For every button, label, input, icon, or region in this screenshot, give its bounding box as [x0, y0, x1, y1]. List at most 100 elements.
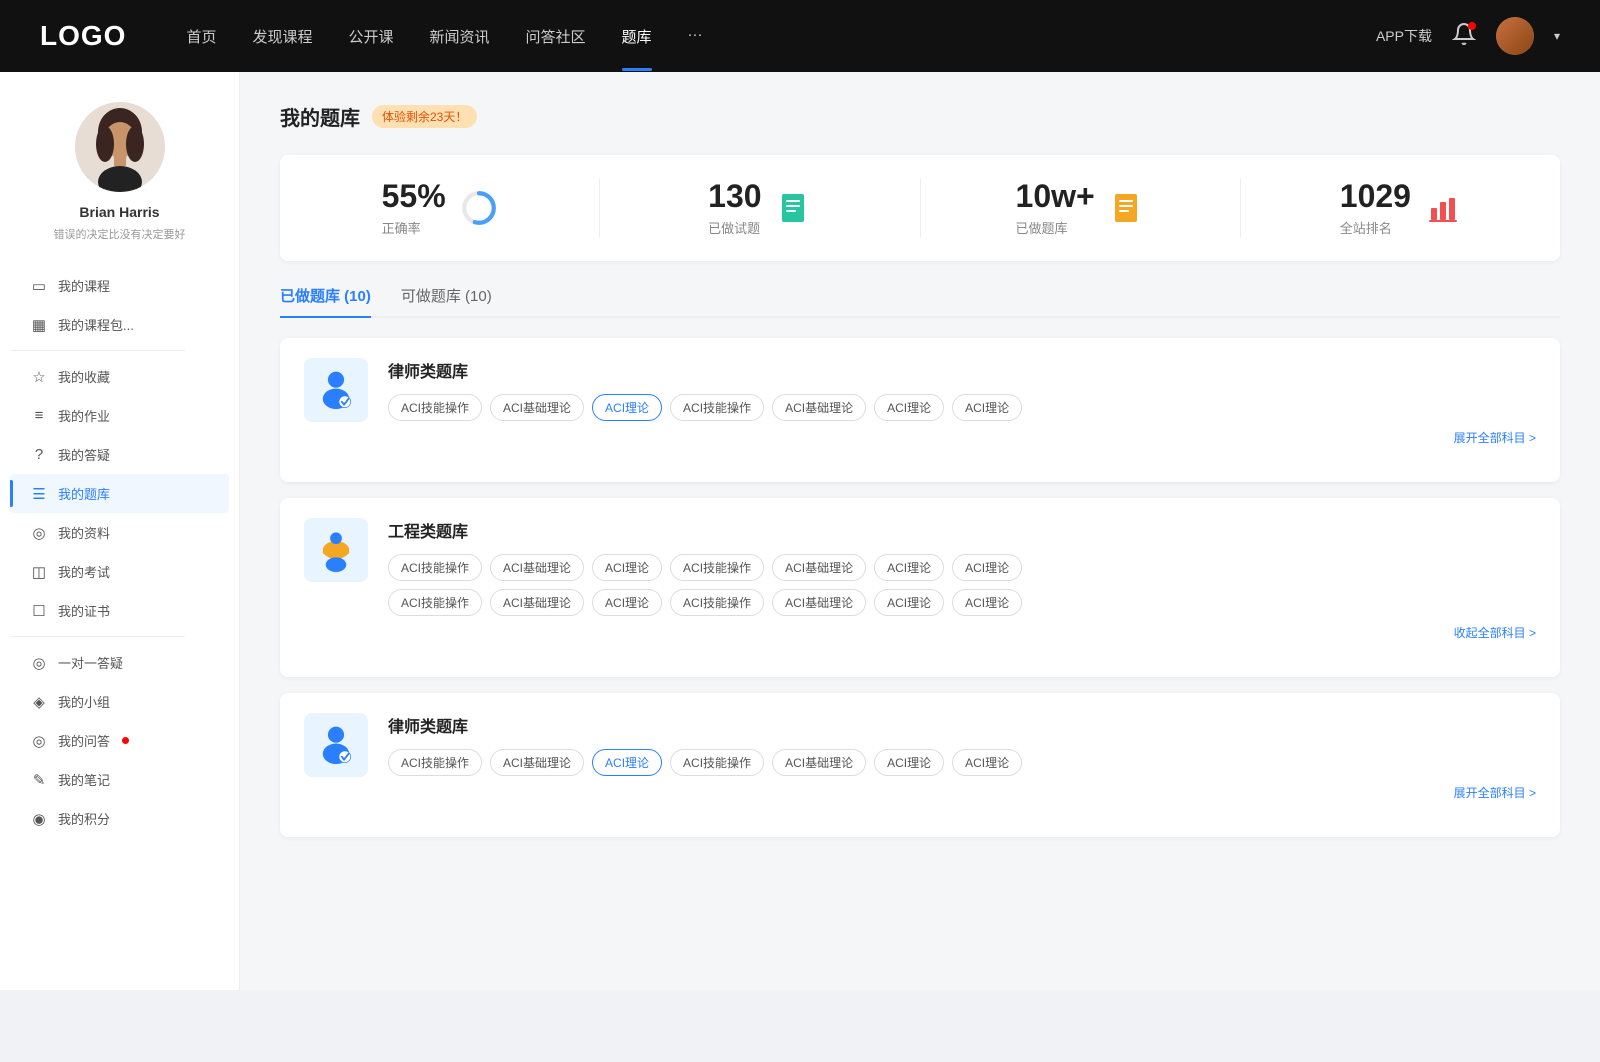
eng-tag-6[interactable]: ACI理论	[952, 554, 1022, 581]
bank-title-lawyer-2: 律师类题库	[388, 713, 1536, 737]
user-avatar[interactable]	[1496, 17, 1534, 55]
logo[interactable]: LOGO	[40, 20, 126, 52]
profile-motto: 错误的决定比没有决定要好	[34, 226, 206, 242]
package-icon: ▦	[30, 316, 48, 334]
sidebar-item-notes[interactable]: ✎ 我的笔记	[10, 760, 229, 799]
done-banks-label: 已做题库	[1016, 218, 1095, 237]
done-questions-value: 130	[708, 179, 761, 214]
tags-row-lawyer-1: ACI技能操作 ACI基础理论 ACI理论 ACI技能操作 ACI基础理论 AC…	[388, 394, 1536, 421]
sidebar: Brian Harris 错误的决定比没有决定要好 ▭ 我的课程 ▦ 我的课程包…	[0, 72, 240, 990]
eng-tag-3[interactable]: ACI技能操作	[670, 554, 764, 581]
user-menu-chevron[interactable]: ▾	[1554, 29, 1560, 43]
done-banks-icon	[1109, 190, 1145, 226]
sidebar-item-tutoring[interactable]: ◎ 一对一答疑	[10, 643, 229, 682]
nav-discover[interactable]: 发现课程	[252, 26, 312, 47]
law2-tag-2[interactable]: ACI理论	[592, 749, 662, 776]
notification-bell[interactable]	[1452, 22, 1476, 51]
sidebar-item-points[interactable]: ◉ 我的积分	[10, 799, 229, 838]
nav-news[interactable]: 新闻资讯	[430, 26, 490, 47]
sidebar-item-favorites[interactable]: ☆ 我的收藏	[10, 357, 229, 396]
tag-0[interactable]: ACI技能操作	[388, 394, 482, 421]
nav-qa[interactable]: 问答社区	[526, 26, 586, 47]
homework-icon: ≡	[30, 407, 48, 424]
law2-tag-4[interactable]: ACI基础理论	[772, 749, 866, 776]
tag-2[interactable]: ACI理论	[592, 394, 662, 421]
tab-todo[interactable]: 可做题库 (10)	[401, 285, 492, 316]
done-questions-label: 已做试题	[708, 218, 761, 237]
engineer-icon	[304, 518, 368, 582]
question-icon: ?	[30, 446, 48, 463]
law2-tag-5[interactable]: ACI理论	[874, 749, 944, 776]
nav-open-course[interactable]: 公开课	[348, 26, 393, 47]
expand-link-2[interactable]: 展开全部科目 >	[388, 784, 1536, 801]
app-download-button[interactable]: APP下载	[1376, 26, 1432, 46]
sidebar-item-course-package[interactable]: ▦ 我的课程包...	[10, 305, 229, 344]
done-questions-icon	[776, 190, 812, 226]
law2-tag-3[interactable]: ACI技能操作	[670, 749, 764, 776]
eng-tag-7[interactable]: ACI技能操作	[388, 589, 482, 616]
eng-tag-10[interactable]: ACI技能操作	[670, 589, 764, 616]
star-icon: ☆	[30, 368, 48, 386]
stat-ranking: 1029 全站排名	[1241, 179, 1560, 237]
ranking-value: 1029	[1340, 179, 1411, 214]
points-icon: ◉	[30, 810, 48, 828]
sidebar-item-my-course[interactable]: ▭ 我的课程	[10, 266, 229, 305]
law2-tag-1[interactable]: ACI基础理论	[490, 749, 584, 776]
tag-6[interactable]: ACI理论	[952, 394, 1022, 421]
accuracy-label: 正确率	[382, 218, 446, 237]
eng-tag-12[interactable]: ACI理论	[874, 589, 944, 616]
group-icon: ◈	[30, 693, 48, 711]
navbar: LOGO 首页 发现课程 公开课 新闻资讯 问答社区 题库 ··· APP下载 …	[0, 0, 1600, 72]
accuracy-chart	[460, 189, 498, 227]
bank-title-engineer: 工程类题库	[388, 518, 1536, 542]
nav-right: APP下载 ▾	[1376, 17, 1560, 55]
page-header: 我的题库 体验剩余23天！	[280, 102, 1560, 131]
sidebar-item-profile[interactable]: ◎ 我的资料	[10, 513, 229, 552]
bank-icon: ☰	[30, 485, 48, 503]
cert-icon: ☐	[30, 602, 48, 620]
ranking-label: 全站排名	[1340, 218, 1411, 237]
sidebar-item-certificate[interactable]: ☐ 我的证书	[10, 591, 229, 630]
sidebar-item-my-qa[interactable]: ◎ 我的问答	[10, 721, 229, 760]
tags-row-engineer-1: ACI技能操作 ACI基础理论 ACI理论 ACI技能操作 ACI基础理论 AC…	[388, 554, 1536, 581]
eng-tag-2[interactable]: ACI理论	[592, 554, 662, 581]
qa-red-dot	[122, 737, 129, 744]
sidebar-item-question[interactable]: ? 我的答疑	[10, 435, 229, 474]
tags-row-engineer-2: ACI技能操作 ACI基础理论 ACI理论 ACI技能操作 ACI基础理论 AC…	[388, 589, 1536, 616]
eng-tag-5[interactable]: ACI理论	[874, 554, 944, 581]
sidebar-menu: ▭ 我的课程 ▦ 我的课程包... ☆ 我的收藏 ≡ 我的作业 ? 我的答疑 ☰	[0, 266, 239, 838]
eng-tag-11[interactable]: ACI基础理论	[772, 589, 866, 616]
lawyer-icon-1	[304, 358, 368, 422]
law2-tag-6[interactable]: ACI理论	[952, 749, 1022, 776]
sidebar-item-group[interactable]: ◈ 我的小组	[10, 682, 229, 721]
avatar	[75, 102, 165, 192]
eng-tag-1[interactable]: ACI基础理论	[490, 554, 584, 581]
eng-tag-13[interactable]: ACI理论	[952, 589, 1022, 616]
eng-tag-0[interactable]: ACI技能操作	[388, 554, 482, 581]
nav-home[interactable]: 首页	[186, 26, 216, 47]
sidebar-item-questionbank[interactable]: ☰ 我的题库	[10, 474, 229, 513]
accuracy-value: 55%	[382, 179, 446, 214]
tag-3[interactable]: ACI技能操作	[670, 394, 764, 421]
collapse-link[interactable]: 收起全部科目 >	[388, 624, 1536, 641]
tag-4[interactable]: ACI基础理论	[772, 394, 866, 421]
nav-more[interactable]: ···	[688, 26, 703, 47]
tag-5[interactable]: ACI理论	[874, 394, 944, 421]
eng-tag-8[interactable]: ACI基础理论	[490, 589, 584, 616]
nav-questionbank[interactable]: 题库	[622, 26, 652, 47]
law2-tag-0[interactable]: ACI技能操作	[388, 749, 482, 776]
bank-card-lawyer-2: 律师类题库 ACI技能操作 ACI基础理论 ACI理论 ACI技能操作 ACI基…	[280, 693, 1560, 837]
exam-icon: ◫	[30, 563, 48, 581]
divider-2	[10, 636, 185, 637]
tag-1[interactable]: ACI基础理论	[490, 394, 584, 421]
tutoring-icon: ◎	[30, 654, 48, 672]
tab-done[interactable]: 已做题库 (10)	[280, 285, 371, 316]
eng-tag-9[interactable]: ACI理论	[592, 589, 662, 616]
expand-link-1[interactable]: 展开全部科目 >	[388, 429, 1536, 446]
stat-accuracy: 55% 正确率	[280, 179, 600, 237]
sidebar-item-homework[interactable]: ≡ 我的作业	[10, 396, 229, 435]
ranking-icon	[1425, 190, 1461, 226]
eng-tag-4[interactable]: ACI基础理论	[772, 554, 866, 581]
page-title: 我的题库	[280, 102, 360, 131]
sidebar-item-exam[interactable]: ◫ 我的考试	[10, 552, 229, 591]
